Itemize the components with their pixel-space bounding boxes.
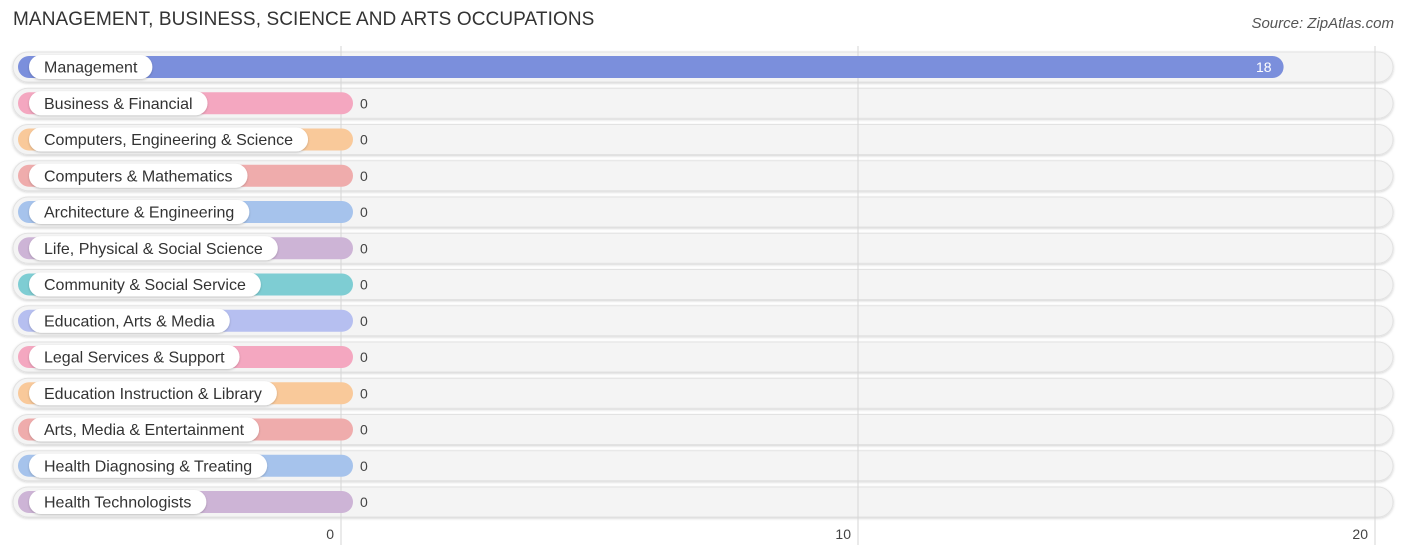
category-label: Health Technologists (44, 495, 191, 512)
bar-row: Computers & Mathematics 0 (18, 163, 368, 188)
value-label: 0 (360, 132, 368, 148)
value-label: 0 (360, 494, 368, 510)
category-label: Management (44, 60, 138, 77)
x-tick-label: 20 (1352, 526, 1368, 542)
value-label: 18 (1256, 59, 1272, 75)
x-axis-ticks: 0 10 20 (326, 526, 1368, 542)
value-label: 0 (360, 168, 368, 184)
value-label: 0 (360, 458, 368, 474)
bar-row: Arts, Media & Entertainment 0 (18, 417, 368, 442)
category-label: Health Diagnosing & Treating (44, 458, 252, 475)
category-label: Legal Services & Support (44, 350, 225, 367)
x-tick-label: 0 (326, 526, 334, 542)
value-label: 0 (360, 277, 368, 293)
bar-row: Health Technologists 0 (18, 490, 368, 514)
category-label: Computers & Mathematics (44, 168, 233, 185)
bar-chart: Management 18Business & Financial 0Compute… (12, 46, 1394, 545)
category-label: Business & Financial (44, 96, 193, 113)
category-label: Arts, Media & Entertainment (44, 422, 245, 439)
bar-row: Education, Arts & Media 0 (18, 308, 368, 333)
value-label: 0 (360, 240, 368, 256)
category-label: Education, Arts & Media (44, 313, 215, 330)
value-label: 0 (360, 422, 368, 438)
bar-row: Community & Social Service 0 (18, 272, 368, 297)
value-label: 0 (360, 95, 368, 111)
value-label: 0 (360, 385, 368, 401)
category-label: Education Instruction & Library (44, 386, 262, 403)
value-label: 0 (360, 313, 368, 329)
bar-row: Computers, Engineering & Science 0 (18, 127, 368, 152)
bar-row: Management 18 (18, 55, 1284, 79)
bar-row: Business & Financial 0 (18, 91, 368, 116)
bar-row: Architecture & Engineering 0 (18, 200, 368, 224)
bar-row: Education Instruction & Library 0 (18, 381, 368, 406)
bar-row: Life, Physical & Social Science 0 (18, 236, 368, 261)
bar-row: Legal Services & Support 0 (18, 345, 368, 369)
bar-row: Health Diagnosing & Treating 0 (18, 453, 368, 478)
x-tick-label: 10 (835, 526, 851, 542)
bar (18, 56, 1284, 78)
category-label: Community & Social Service (44, 277, 246, 294)
category-label: Architecture & Engineering (44, 205, 234, 222)
value-label: 0 (360, 349, 368, 365)
category-label: Computers, Engineering & Science (44, 132, 293, 149)
value-label: 0 (360, 204, 368, 220)
category-label: Life, Physical & Social Science (44, 241, 263, 258)
